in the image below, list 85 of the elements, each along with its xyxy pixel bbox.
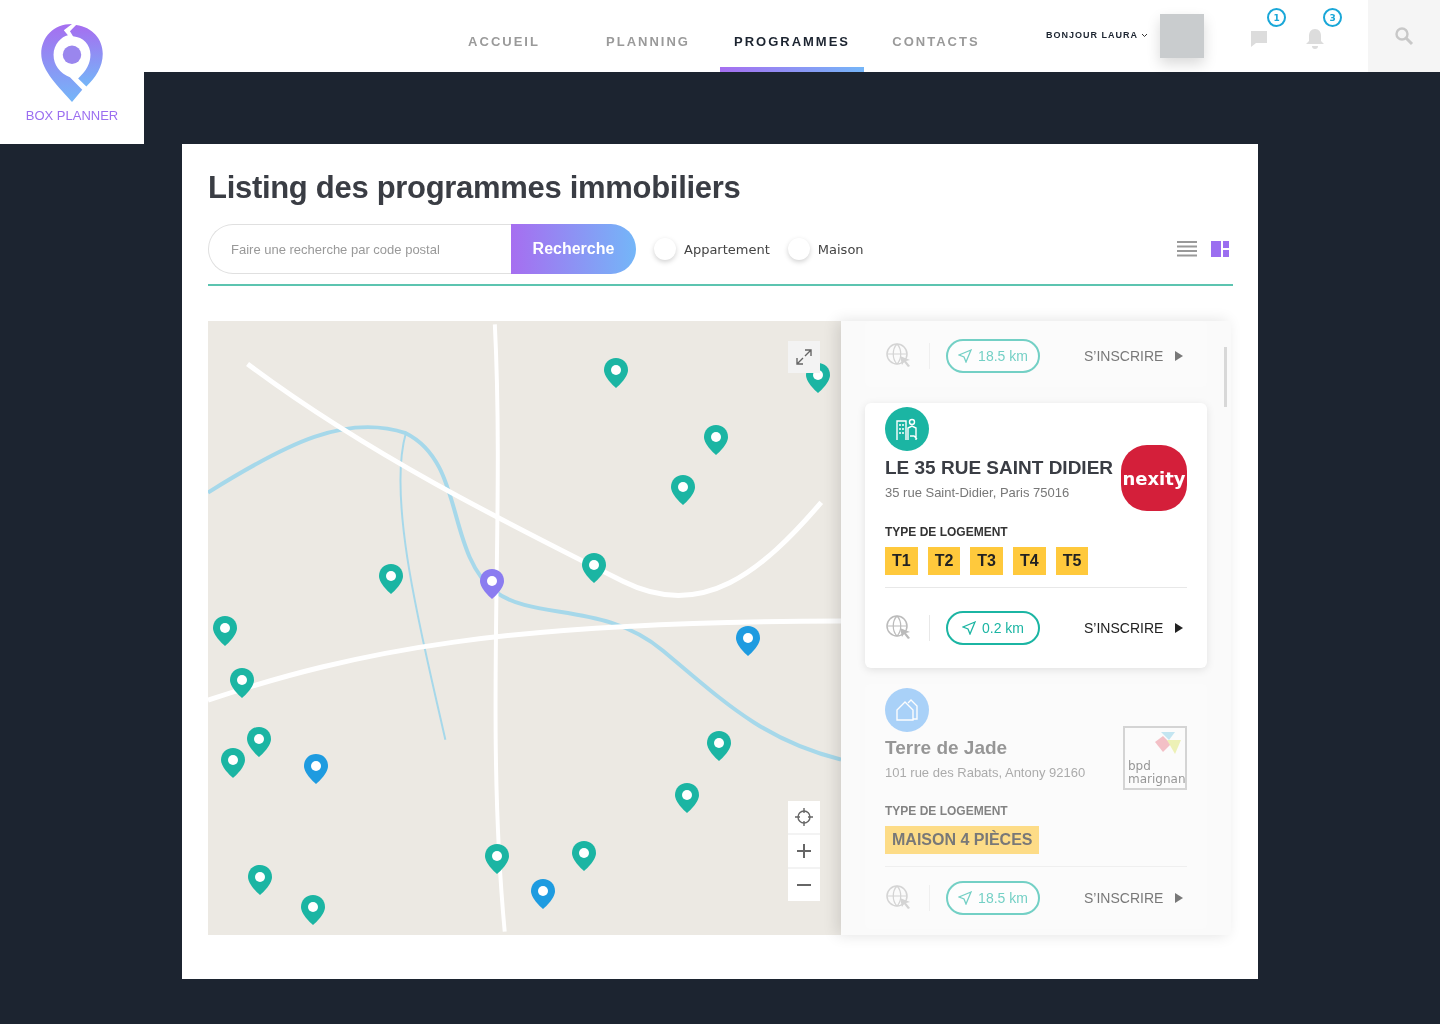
page-title: Listing des programmes immobiliers — [208, 170, 742, 206]
chat-bubble-icon — [1249, 29, 1269, 49]
globe-cursor-icon[interactable] — [885, 614, 913, 642]
housing-type-tag: T3 — [970, 547, 1003, 575]
search-icon — [1394, 26, 1414, 46]
logo-text: bpd marignan — [1128, 760, 1186, 786]
play-arrow-icon — [1175, 893, 1184, 903]
zoom-in-button[interactable] — [788, 835, 820, 867]
list-icon — [1177, 241, 1197, 257]
crosshair-icon — [795, 808, 813, 826]
map-pin-icon[interactable] — [735, 625, 761, 657]
map-pin-icon[interactable] — [674, 782, 700, 814]
search-submit-button[interactable]: Recherche — [511, 224, 636, 274]
radio-label: Appartement — [684, 241, 770, 257]
navigation-arrow-icon — [958, 891, 973, 905]
globe-cursor-icon[interactable] — [885, 342, 913, 370]
zoom-out-button[interactable] — [788, 869, 820, 901]
housing-type-tag: MAISON 4 PIÈCES — [885, 826, 1040, 854]
list-view-button[interactable] — [1177, 241, 1197, 257]
map-pin-icon[interactable] — [303, 753, 329, 785]
bell-icon — [1305, 28, 1325, 50]
map-pin-icon[interactable] — [300, 894, 326, 926]
globe-cursor-icon[interactable] — [885, 884, 913, 912]
program-name: Terre de Jade — [885, 736, 1009, 759]
grid-icon — [1211, 241, 1229, 257]
expand-arrows-icon — [795, 348, 813, 366]
housing-type-tag: T5 — [1055, 547, 1089, 575]
register-button[interactable]: S’INSCRIRE — [1084, 890, 1184, 906]
map-pin-icon[interactable] — [479, 568, 505, 600]
map-pin-icon[interactable] — [212, 615, 238, 647]
message-count-badge: 1 — [1267, 8, 1286, 27]
scrollbar-thumb[interactable] — [1224, 347, 1227, 407]
map-pin-icon[interactable] — [229, 667, 255, 699]
map-pin-icon[interactable] — [484, 843, 510, 875]
fullscreen-button[interactable] — [788, 341, 820, 373]
map-pin-icon[interactable] — [247, 864, 273, 896]
nav-tab[interactable]: PLANNING — [576, 0, 720, 72]
map-pin-icon[interactable] — [571, 840, 597, 872]
program-address: 35 rue Saint-Didier, Paris 75016 — [885, 484, 1071, 500]
register-button[interactable]: S’INSCRIRE — [1084, 620, 1184, 636]
navigation-arrow-icon — [958, 349, 973, 363]
map-pin-icon[interactable] — [581, 552, 607, 584]
house-badge-icon — [885, 688, 929, 732]
nav-tab[interactable]: PROGRAMMES — [720, 0, 864, 72]
location-pin-logo-icon — [39, 21, 105, 104]
plus-icon — [796, 843, 812, 859]
user-menu[interactable]: BONJOUR LAURA — [1046, 30, 1148, 40]
housing-type-label: TYPE DE LOGEMENT — [885, 804, 1009, 818]
play-arrow-icon — [1175, 351, 1184, 361]
map-pin-icon[interactable] — [246, 726, 272, 758]
postal-code-search-field[interactable]: Faire une recherche par code postal — [208, 224, 511, 274]
housing-type-tag: T2 — [927, 547, 961, 575]
type-filter-option[interactable]: Maison — [787, 238, 864, 260]
map-pin-icon[interactable] — [378, 563, 404, 595]
housing-type-tag: T1 — [885, 547, 918, 575]
type-filter-option[interactable]: Appartement — [654, 238, 770, 260]
program-name: LE 35 RUE SAINT DIDIER — [885, 456, 1114, 479]
minus-icon — [797, 884, 811, 886]
nav-tab[interactable]: CONTACTS — [864, 0, 1008, 72]
map-placeholder[interactable] — [208, 321, 841, 935]
notification-count-badge: 3 — [1323, 8, 1342, 27]
building-badge-icon — [885, 407, 929, 451]
map-pin-icon[interactable] — [603, 357, 629, 389]
map-pin-icon[interactable] — [706, 730, 732, 762]
program-address: 101 rue des Rabats, Antony 92160 — [885, 764, 1086, 780]
developer-logo: nexity — [1121, 445, 1187, 511]
map-pin-icon[interactable] — [670, 474, 696, 506]
radio-button[interactable] — [787, 238, 810, 260]
map-pin-icon[interactable] — [530, 878, 556, 910]
brand-name: BOX PLANNER — [25, 107, 119, 123]
map-pin-icon[interactable] — [703, 424, 729, 456]
register-button[interactable]: S’INSCRIRE — [1084, 348, 1184, 364]
play-arrow-icon — [1175, 623, 1184, 633]
housing-type-tag: T4 — [1013, 547, 1046, 575]
nav-tab[interactable]: ACCUEIL — [432, 0, 576, 72]
locate-button[interactable] — [788, 801, 820, 833]
radio-button[interactable] — [654, 238, 676, 260]
distance-button[interactable]: 0.2 km — [946, 611, 1040, 645]
navigation-arrow-icon — [962, 621, 976, 635]
housing-type-label: TYPE DE LOGEMENT — [885, 525, 1009, 539]
caret-icon — [1141, 32, 1148, 38]
program-card[interactable]: LE 35 RUE SAINT DIDIER 35 rue Saint-Didier, Paris 75016 nexity TYPE DE LOGEMENT T1 T2 T3 T4 T5 0.2 km S’INSCRIRE — [865, 403, 1207, 668]
radio-label: Maison — [817, 241, 864, 257]
map-pin-icon[interactable] — [220, 747, 246, 779]
grid-view-button[interactable] — [1211, 241, 1229, 257]
